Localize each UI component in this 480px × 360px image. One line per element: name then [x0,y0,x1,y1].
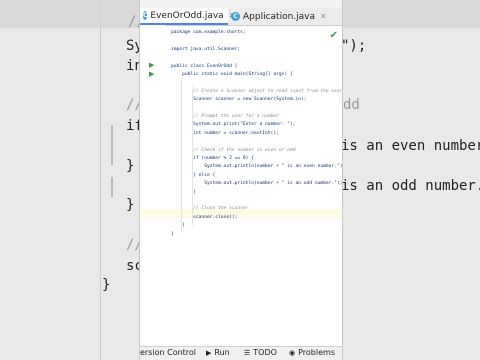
tab-label: EvenOrOdd.java [150,10,224,21]
bg-fold-marker [111,177,113,197]
bg-fold-marker [111,125,113,165]
bg-fragment: } [126,158,135,174]
background-gutter-divider [100,0,101,360]
version-control-button[interactable]: ersion Control [140,348,196,357]
code-line[interactable]: import java.util.Scanner; [171,45,240,54]
java-class-icon: C [143,11,148,20]
bg-fragment: is an odd number."); [341,178,480,194]
tab-application[interactable]: C Application.java ✕ [228,8,342,25]
todo-tool-button[interactable]: ☰ TODO [244,348,277,357]
problems-tool-button[interactable]: ◉ Problems [289,348,335,357]
problems-label: Problems [298,348,335,357]
bg-fragment: dd [343,97,360,113]
code-line[interactable]: } [171,188,196,197]
editor-gutter: ▶ ▶ [140,25,166,347]
run-tool-button[interactable]: ▶ Run [206,348,230,357]
java-class-icon: C [231,12,240,21]
bg-fragment: } [102,277,111,293]
ide-window: C EvenOrOdd.java ✕ C Application.java ✕ … [139,0,343,360]
run-class-icon[interactable]: ▶ [149,61,154,69]
run-label: Run [214,348,230,357]
bg-fragment: "); [341,38,367,54]
code-line[interactable]: package com.example.shorts; [171,28,246,37]
code-line[interactable]: int number = scanner.nextInt(); [171,129,279,138]
problems-icon: ◉ [289,348,296,357]
run-icon: ▶ [206,348,212,357]
title-strip [140,0,342,8]
code-line[interactable]: System.out.println(number + " is an odd … [171,179,342,188]
tool-window-bar: ersion Control ▶ Run ☰ TODO ◉ Problems [140,346,342,360]
version-control-label: ersion Control [140,348,197,357]
run-main-icon[interactable]: ▶ [149,70,154,78]
close-icon[interactable]: ✕ [320,12,327,21]
bg-fragment: } [126,197,135,213]
bg-fragment: is an even number."); [341,138,480,154]
tab-evenorodd[interactable]: C EvenOrOdd.java ✕ [140,8,235,25]
list-icon: ☰ [244,348,251,357]
code-line[interactable]: Scanner scanner = new Scanner(System.in)… [171,95,306,104]
code-line[interactable]: } [171,230,174,239]
tab-label: Application.java [243,11,316,22]
editor-tab-bar: C EvenOrOdd.java ✕ C Application.java ✕ [140,8,342,26]
todo-label: TODO [253,348,277,357]
code-editor[interactable]: package com.example.shorts; import java.u… [140,25,342,347]
code-line[interactable]: public static void main(String[] args) { [171,70,293,79]
